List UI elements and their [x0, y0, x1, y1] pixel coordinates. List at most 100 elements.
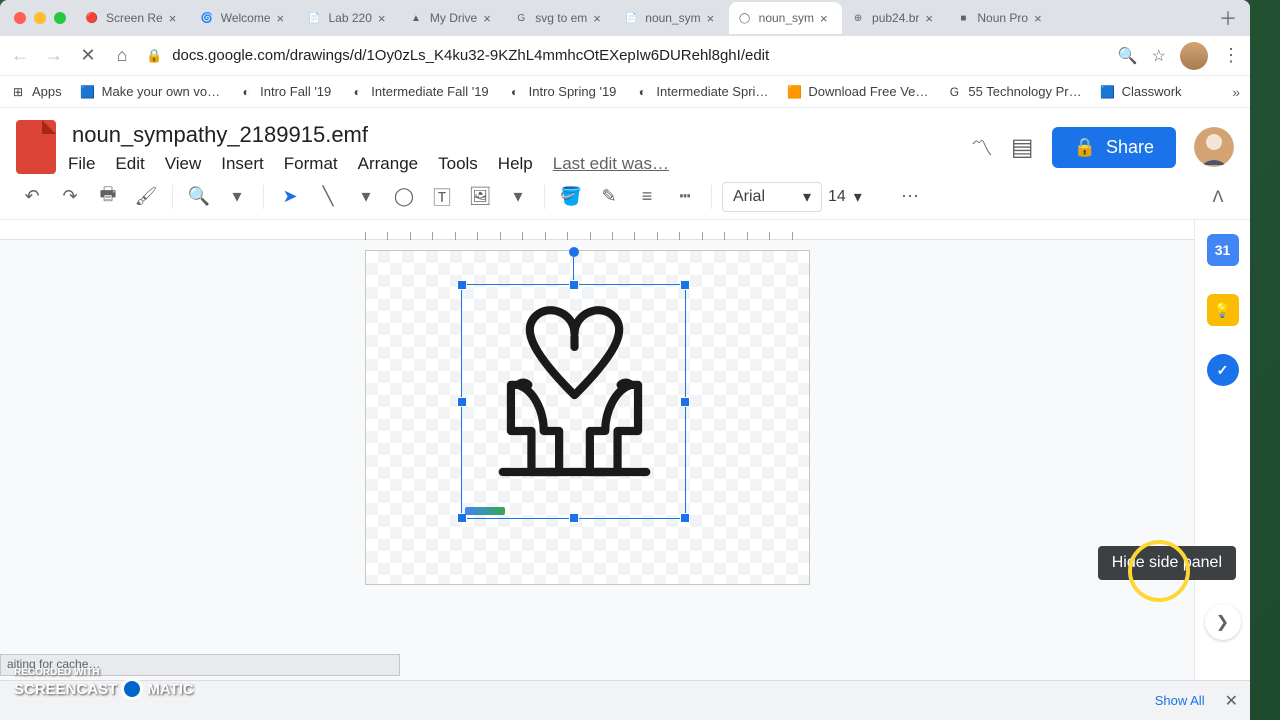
- zoom-button[interactable]: 🔍: [183, 181, 215, 213]
- browser-menu-button[interactable]: ⋮: [1222, 45, 1240, 66]
- account-avatar[interactable]: [1194, 127, 1234, 167]
- menu-edit[interactable]: Edit: [115, 154, 144, 174]
- resize-handle-ml[interactable]: [457, 397, 467, 407]
- menu-file[interactable]: File: [68, 154, 95, 174]
- tab-close-button[interactable]: ×: [277, 11, 291, 25]
- resize-handle-br[interactable]: [680, 513, 690, 523]
- close-window-button[interactable]: [14, 12, 26, 24]
- bookmark-item[interactable]: ⊞Apps: [10, 84, 62, 100]
- browser-tab[interactable]: 📄noun_sym×: [615, 2, 728, 34]
- back-button[interactable]: ←: [10, 46, 30, 66]
- collapse-toolbar-button[interactable]: ᐱ: [1202, 181, 1234, 213]
- url-field[interactable]: 🔒 docs.google.com/drawings/d/1Oy0zLs_K4k…: [146, 47, 1104, 64]
- menu-help[interactable]: Help: [498, 154, 533, 174]
- tab-close-button[interactable]: ×: [169, 11, 183, 25]
- tab-close-button[interactable]: ×: [1034, 11, 1048, 25]
- watermark-logo-icon: [121, 678, 143, 700]
- border-color-button[interactable]: ✎: [593, 181, 625, 213]
- line-tool[interactable]: ╲: [312, 181, 344, 213]
- browser-tab[interactable]: ◯noun_sym×: [729, 2, 842, 34]
- resize-handle-mr[interactable]: [680, 397, 690, 407]
- browser-tab[interactable]: ⊕pub24.br×: [842, 2, 947, 34]
- bookmark-item[interactable]: 🟦Make your own vo…: [80, 84, 221, 100]
- tasks-addon-icon[interactable]: ✓: [1207, 354, 1239, 386]
- fill-color-button[interactable]: 🪣: [555, 181, 587, 213]
- reload-button[interactable]: ✕: [78, 46, 98, 66]
- tab-close-button[interactable]: ×: [707, 11, 721, 25]
- tab-title: svg to em: [535, 11, 587, 25]
- bookmark-item[interactable]: 🟦Classwork: [1100, 84, 1182, 100]
- tab-favicon: 🌀: [199, 10, 215, 26]
- rotate-handle[interactable]: [569, 247, 579, 257]
- keep-addon-icon[interactable]: 💡: [1207, 294, 1239, 326]
- tab-close-button[interactable]: ×: [820, 11, 834, 25]
- border-weight-button[interactable]: ≡: [631, 181, 663, 213]
- resize-handle-tl[interactable]: [457, 280, 467, 290]
- bookmark-item[interactable]: ◐Intro Fall '19: [238, 84, 331, 100]
- browser-tab[interactable]: 🌀Welcome×: [191, 2, 299, 34]
- canvas-area[interactable]: [0, 220, 1194, 720]
- bookmark-item[interactable]: ◐Intermediate Spri…: [634, 84, 768, 100]
- close-shelf-button[interactable]: ✕: [1225, 691, 1238, 711]
- bookmark-item[interactable]: ◐Intermediate Fall '19: [349, 84, 488, 100]
- border-dash-button[interactable]: ┅: [669, 181, 701, 213]
- bookmark-item[interactable]: ◐Intro Spring '19: [507, 84, 617, 100]
- hide-side-panel-button[interactable]: ❯: [1205, 604, 1241, 640]
- new-tab-button[interactable]: ＋: [1214, 4, 1242, 32]
- zoom-dropdown[interactable]: ▾: [221, 181, 253, 213]
- drawing-canvas[interactable]: [365, 250, 810, 585]
- selection-box[interactable]: [461, 284, 686, 519]
- tab-close-button[interactable]: ×: [378, 11, 392, 25]
- calendar-addon-icon[interactable]: 31: [1207, 234, 1239, 266]
- comments-icon[interactable]: ▤: [1011, 133, 1034, 162]
- textbox-tool[interactable]: 🅃: [426, 181, 458, 213]
- undo-button[interactable]: ↶: [16, 181, 48, 213]
- image-dropdown[interactable]: ▾: [502, 181, 534, 213]
- browser-tab[interactable]: ■Noun Pro×: [947, 2, 1056, 34]
- browser-tab[interactable]: ▲My Drive×: [400, 2, 505, 34]
- maximize-window-button[interactable]: [54, 12, 66, 24]
- bookmark-star-icon[interactable]: ☆: [1152, 46, 1166, 66]
- print-button[interactable]: 🖶: [92, 181, 124, 213]
- paint-format-button[interactable]: 🖌: [130, 181, 162, 213]
- font-size-select[interactable]: 14▾: [828, 187, 888, 207]
- resize-handle-bm[interactable]: [569, 513, 579, 523]
- bookmark-item[interactable]: G55 Technology Pr…: [946, 84, 1081, 100]
- menu-view[interactable]: View: [165, 154, 202, 174]
- home-button[interactable]: ⌂: [112, 46, 132, 66]
- tab-close-button[interactable]: ×: [483, 11, 497, 25]
- browser-tab[interactable]: 🔴Screen Re×: [76, 2, 191, 34]
- image-tool[interactable]: 🖼: [464, 181, 496, 213]
- last-edit-link[interactable]: Last edit was…: [553, 154, 669, 174]
- forward-button[interactable]: →: [44, 46, 64, 66]
- minimize-window-button[interactable]: [34, 12, 46, 24]
- select-tool[interactable]: ➤: [274, 181, 306, 213]
- tab-close-button[interactable]: ×: [593, 11, 607, 25]
- font-select[interactable]: Arial▾: [722, 182, 822, 212]
- bookmark-item[interactable]: 🟧Download Free Ve…: [786, 84, 928, 100]
- tab-close-button[interactable]: ×: [925, 11, 939, 25]
- menu-insert[interactable]: Insert: [221, 154, 264, 174]
- bookmarks-overflow-button[interactable]: »: [1232, 84, 1240, 100]
- lock-icon: 🔒: [146, 48, 162, 64]
- profile-avatar-small[interactable]: [1180, 42, 1208, 70]
- show-all-downloads-button[interactable]: Show All: [1145, 687, 1215, 714]
- shape-tool[interactable]: ◯: [388, 181, 420, 213]
- menu-tools[interactable]: Tools: [438, 154, 478, 174]
- tooltip: Hide side panel: [1098, 546, 1236, 580]
- activity-icon[interactable]: 〽: [971, 131, 993, 163]
- resize-handle-tr[interactable]: [680, 280, 690, 290]
- redo-button[interactable]: ↷: [54, 181, 86, 213]
- browser-tab[interactable]: Gsvg to em×: [505, 2, 615, 34]
- menu-arrange[interactable]: Arrange: [358, 154, 418, 174]
- line-dropdown[interactable]: ▾: [350, 181, 382, 213]
- drawings-logo[interactable]: [16, 120, 56, 174]
- menu-format[interactable]: Format: [284, 154, 338, 174]
- share-button[interactable]: 🔒 Share: [1052, 127, 1176, 168]
- sympathy-hands-heart-icon[interactable]: [472, 285, 677, 495]
- zoom-icon[interactable]: 🔍: [1118, 46, 1138, 66]
- more-tools-button[interactable]: ⋯: [894, 181, 926, 213]
- document-title[interactable]: noun_sympathy_2189915.emf: [68, 120, 959, 150]
- browser-tab[interactable]: 📄Lab 220×: [299, 2, 400, 34]
- lock-icon: 🔒: [1074, 137, 1096, 158]
